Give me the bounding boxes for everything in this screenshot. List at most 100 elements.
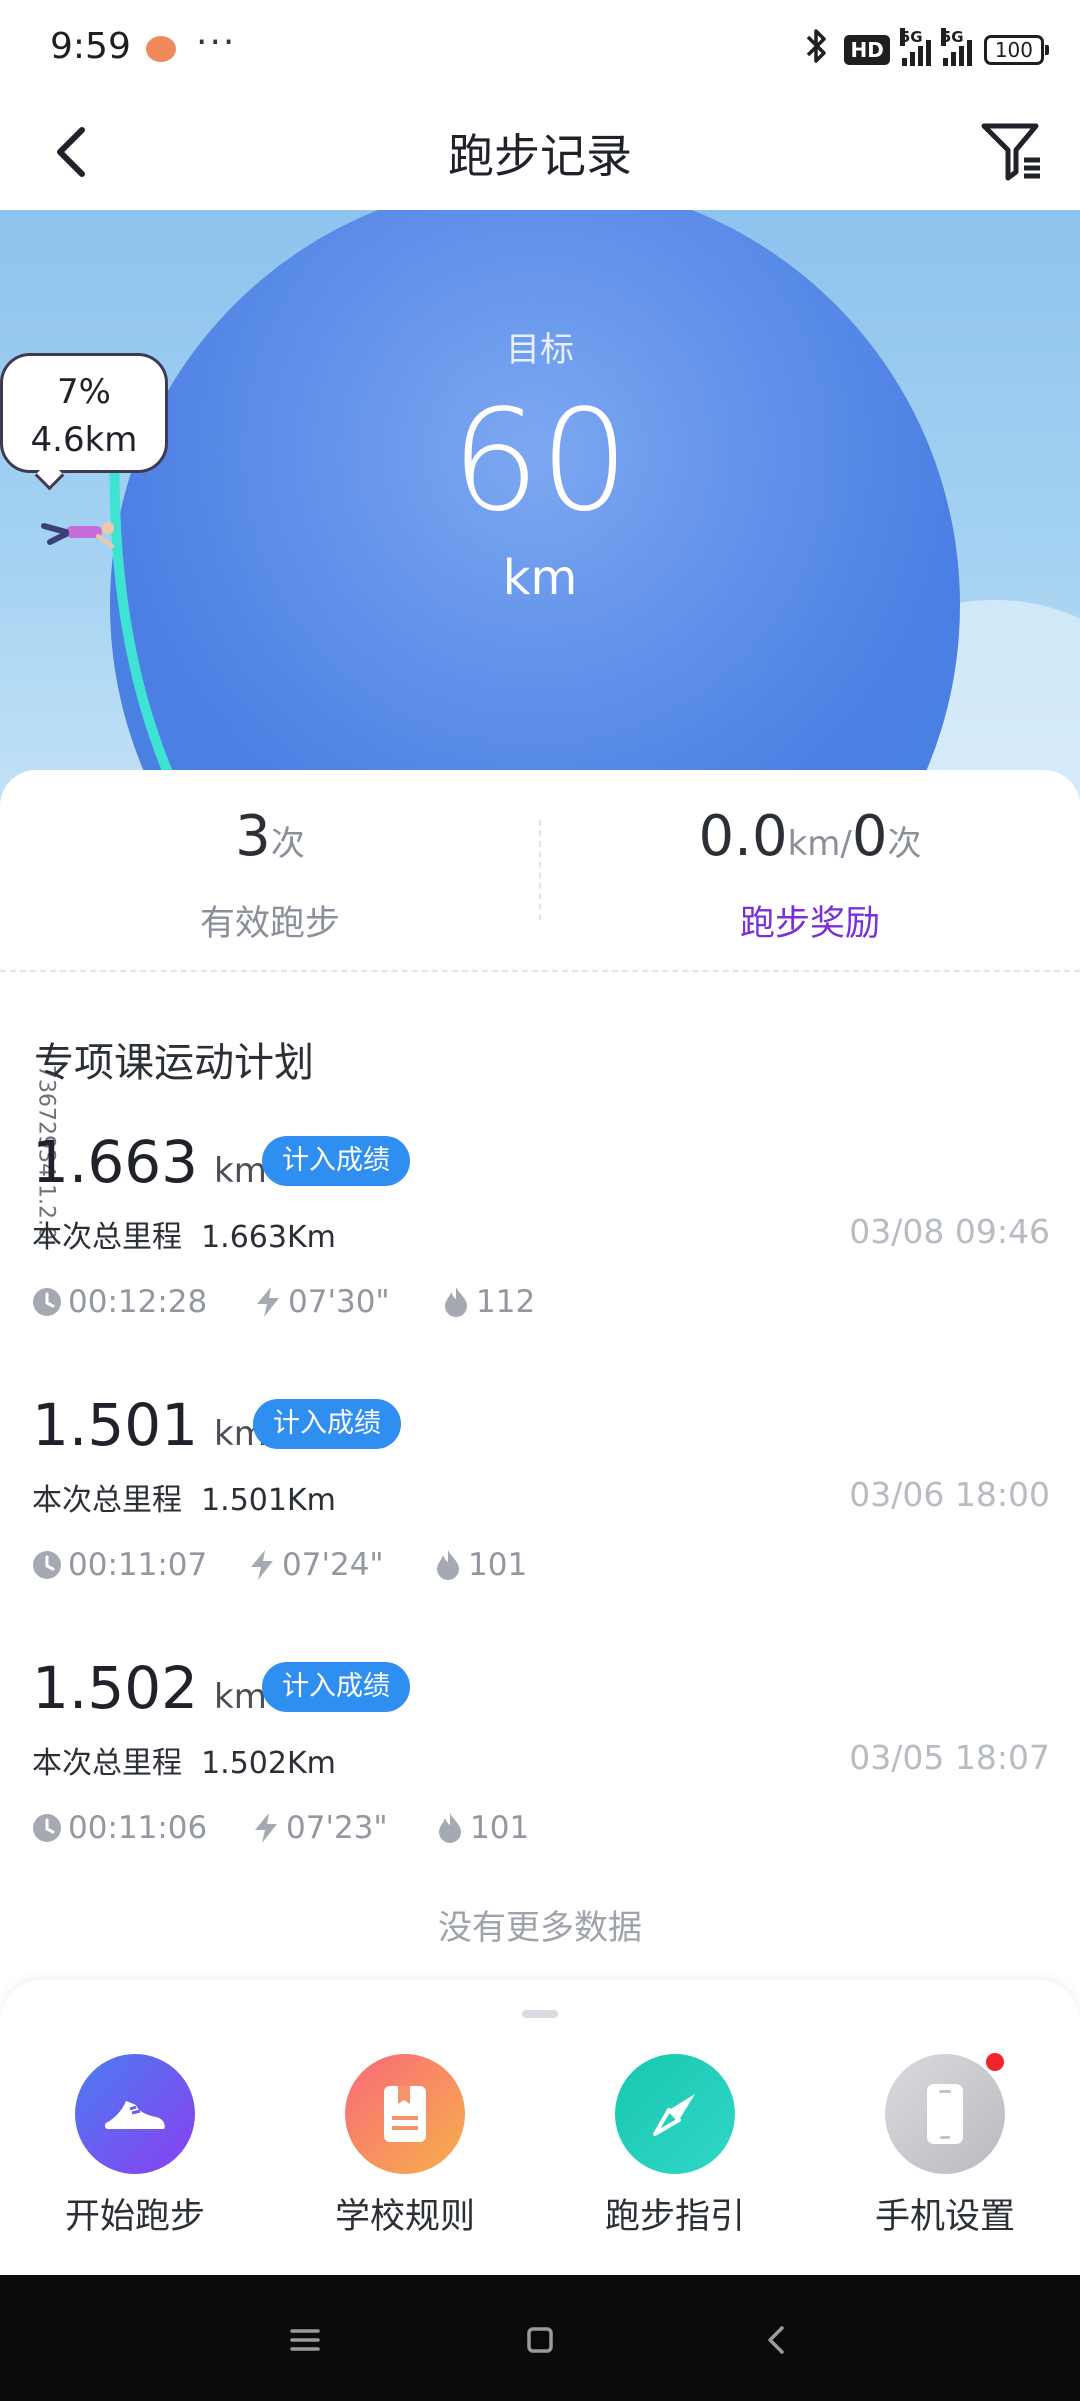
calories-metric: 101 — [436, 1810, 529, 1846]
flame-icon — [437, 1550, 459, 1580]
record-distance: 1.502 — [32, 1654, 199, 1722]
reward-km-unit: km/ — [787, 824, 852, 864]
home-square-icon — [527, 2327, 553, 2353]
pace-metric: 07'23" — [252, 1810, 388, 1846]
start-run-button[interactable]: 开始跑步 — [0, 2054, 270, 2264]
counted-badge: 计入成绩 — [262, 1662, 410, 1712]
record-duration: 00:11:07 — [68, 1547, 208, 1583]
progress-distance: 4.6km — [30, 420, 138, 460]
counted-badge: 计入成绩 — [262, 1136, 410, 1186]
rulebook-icon — [345, 2054, 465, 2174]
calories-metric: 112 — [442, 1284, 535, 1320]
duration-metric: 00:12:28 — [32, 1284, 207, 1320]
valid-runs-count: 3 — [235, 804, 271, 869]
record-total-label: 本次总里程 — [32, 1220, 182, 1255]
record-total-value: 1.501Km — [201, 1483, 336, 1518]
run-reward-link[interactable]: 跑步奖励 — [540, 895, 1080, 946]
compass-icon — [615, 2054, 735, 2174]
drag-handle[interactable] — [522, 2010, 558, 2018]
run-record[interactable]: 1.502 km 计入成绩 本次总里程 1.502Km 03/05 18:07 0… — [0, 1654, 1080, 1917]
calories-metric: 101 — [434, 1547, 527, 1583]
back-chevron-icon — [768, 2326, 784, 2354]
clock-icon — [33, 1814, 61, 1842]
run-record[interactable]: 1.663 km 计入成绩 本次总里程 1.663Km 03/08 09:46 0… — [0, 1128, 1080, 1391]
school-rules-button[interactable]: 学校规则 — [270, 2054, 540, 2264]
home-nav-button[interactable] — [515, 2315, 565, 2365]
run-record[interactable]: 1.501 km 计入成绩 本次总里程 1.501Km 03/06 18:00 0… — [0, 1391, 1080, 1654]
record-duration: 00:12:28 — [68, 1284, 208, 1320]
record-distance-unit: km — [214, 1677, 267, 1717]
record-pace: 07'24" — [282, 1547, 384, 1583]
lightning-icon — [257, 1287, 279, 1317]
counted-badge: 计入成绩 — [253, 1399, 401, 1449]
valid-runs-unit: 次 — [270, 824, 305, 864]
record-distance-unit: km — [214, 1151, 267, 1191]
reward-km: 0.0 — [698, 804, 788, 869]
stats-card: 3次 有效跑步 0.0km/0次 跑步奖励 — [0, 770, 1080, 970]
lightning-icon — [255, 1813, 277, 1843]
menu-nav-button[interactable] — [280, 2315, 330, 2365]
status-time: 9:59 — [50, 26, 131, 67]
signal-icon-2: 5G — [940, 28, 972, 66]
status-more-icon: ··· — [196, 22, 237, 63]
section-divider — [0, 970, 1080, 972]
shoe-icon — [75, 2054, 195, 2174]
clock-icon — [33, 1551, 61, 1579]
bluetooth-icon — [802, 28, 832, 72]
record-date: 03/08 09:46 — [849, 1212, 1050, 1251]
goal-unit: km — [502, 550, 578, 606]
record-calories: 101 — [468, 1547, 528, 1583]
flame-icon — [439, 1813, 461, 1843]
section-title: 专项课运动计划 — [34, 1040, 314, 1086]
record-date: 03/05 18:07 — [849, 1738, 1050, 1777]
pace-metric: 07'24" — [248, 1547, 384, 1583]
phone-icon — [885, 2050, 1007, 2174]
progress-percent: 7% — [57, 372, 111, 412]
record-date: 03/06 18:00 — [849, 1475, 1050, 1514]
record-calories: 112 — [476, 1284, 536, 1320]
progress-bubble: 7% 4.6km — [0, 353, 168, 473]
record-pace: 07'23" — [286, 1810, 388, 1846]
status-indicators: HD 5G 5G 100 — [802, 28, 1050, 72]
record-total-label: 本次总里程 — [32, 1483, 182, 1518]
lightning-icon — [251, 1550, 273, 1580]
hd-voice-badge: HD — [844, 35, 890, 65]
action-label: 学校规则 — [334, 2197, 475, 2237]
record-total-value: 1.663Km — [201, 1220, 336, 1255]
record-distance: 1.501 — [32, 1391, 199, 1459]
duration-metric: 00:11:07 — [32, 1547, 207, 1583]
goal-label: 目标 — [506, 330, 574, 370]
record-total-label: 本次总里程 — [32, 1746, 182, 1781]
notification-app-icon — [146, 36, 176, 62]
pace-metric: 07'30" — [254, 1284, 390, 1320]
filter-button[interactable] — [980, 120, 1044, 184]
page-title: 跑步记录 — [448, 129, 632, 183]
reward-times-unit: 次 — [887, 824, 922, 864]
reward-times: 0 — [851, 804, 888, 869]
record-duration: 00:11:06 — [68, 1810, 208, 1846]
notification-dot — [983, 2050, 1007, 2074]
run-reward-stat[interactable]: 0.0km/0次 跑步奖励 — [540, 770, 1080, 970]
valid-runs-stat: 3次 有效跑步 — [0, 770, 540, 970]
status-bar: 9:59 ··· HD 5G 5G 100 — [0, 0, 1080, 100]
valid-runs-label: 有效跑步 — [199, 904, 340, 944]
clock-icon — [33, 1288, 61, 1316]
action-panel: 开始跑步 学校规则 跑步指引 手机设置 — [0, 1980, 1080, 2276]
no-more-data: 没有更多数据 — [438, 1908, 642, 1948]
back-nav-button[interactable] — [752, 2315, 802, 2365]
record-total-value: 1.502Km — [201, 1746, 336, 1781]
menu-icon — [290, 2329, 320, 2351]
run-guide-button[interactable]: 跑步指引 — [540, 2054, 810, 2264]
action-label: 手机设置 — [874, 2197, 1015, 2237]
action-label: 跑步指引 — [604, 2197, 745, 2237]
phone-settings-button[interactable]: 手机设置 — [810, 2050, 1080, 2264]
system-nav-bar — [0, 2275, 1080, 2401]
action-label: 开始跑步 — [64, 2197, 205, 2237]
record-pace: 07'30" — [288, 1284, 390, 1320]
runner-icon — [41, 522, 114, 548]
duration-metric: 00:11:06 — [32, 1810, 207, 1846]
record-distance: 1.663 — [32, 1128, 199, 1196]
record-calories: 101 — [470, 1810, 530, 1846]
filter-icon — [981, 123, 1040, 181]
app-header: 跑步记录 — [0, 100, 1080, 210]
